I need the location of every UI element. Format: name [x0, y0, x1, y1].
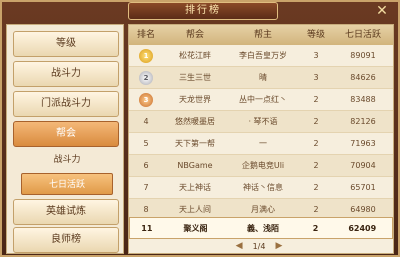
header-leader: 帮主: [253, 30, 272, 40]
leader-name: 義、浅陌: [246, 224, 279, 233]
table-row[interactable]: 2 三生三世 晴 3 84626: [129, 67, 393, 89]
table-row[interactable]: 5 天下第一帮 一 2 71963: [129, 133, 393, 155]
rank-number: 7: [143, 183, 149, 192]
rank-number: 6: [143, 161, 149, 170]
guild-name: 聚义阁: [183, 224, 208, 233]
table-row[interactable]: 1 松花江畔 李白吾皇万岁 3 89091: [129, 45, 393, 67]
table-row[interactable]: 6 NBGame 企鹅电竞Uli 2 70904: [129, 155, 393, 177]
prev-page-icon[interactable]: ◀: [236, 241, 243, 251]
activity-value: 62409: [348, 224, 377, 233]
leader-name: 企鹅电竞Uli: [241, 161, 285, 170]
guild-level: 3: [313, 51, 319, 60]
tab-guild[interactable]: 帮会: [13, 121, 119, 147]
activity-value: 89091: [350, 51, 376, 60]
guild-name: 天上神话: [179, 183, 211, 192]
subtab-seven-day-activity[interactable]: 七日活跃: [21, 173, 113, 195]
guild-level: 3: [313, 73, 319, 82]
leader-name: 神话丶信息: [243, 183, 283, 192]
activity-value: 84626: [350, 73, 376, 82]
tab-level[interactable]: 等级: [13, 31, 119, 57]
silver-medal-icon: 2: [139, 71, 153, 85]
guild-level: 2: [313, 161, 319, 170]
header-guild: 帮会: [185, 30, 204, 40]
tab-hero-trial[interactable]: 英雄试炼: [13, 199, 119, 225]
guild-name: NBGame: [177, 161, 213, 170]
page-indicator: 1/4: [252, 241, 266, 251]
activity-value: 83488: [350, 95, 376, 104]
header-activity: 七日活跃: [344, 30, 381, 40]
table-row[interactable]: 3 天龙世界 丛中一点红丶 2 83488: [129, 89, 393, 111]
leader-name: 晴: [259, 73, 267, 82]
header-level: 等级: [306, 30, 325, 40]
rank-number: 5: [143, 139, 149, 148]
leader-name: · 琴不语: [248, 117, 278, 126]
guild-level: 2: [313, 117, 319, 126]
own-guild-row[interactable]: 11 聚义阁 義、浅陌 2 62409: [129, 217, 393, 239]
leader-name: 丛中一点红丶: [239, 95, 287, 104]
close-icon[interactable]: ✕: [370, 2, 394, 20]
guild-name: 悠然暖墨居: [175, 117, 215, 126]
activity-value: 82126: [350, 117, 376, 126]
guild-name: 天下第一帮: [175, 139, 215, 148]
next-page-icon[interactable]: ▶: [275, 241, 282, 251]
table-row[interactable]: 7 天上神话 神话丶信息 2 65701: [129, 177, 393, 199]
guild-level: 2: [313, 139, 319, 148]
leader-name: 李白吾皇万岁: [239, 51, 287, 60]
subtab-guild-combat-power[interactable]: 战斗力: [21, 149, 113, 171]
table-row[interactable]: 4 悠然暖墨居 · 琴不语 2 82126: [129, 111, 393, 133]
header-rank: 排名: [136, 30, 155, 40]
tab-mentor[interactable]: 良师榜: [13, 227, 119, 253]
table-header: 排名 帮会 帮主 等级 七日活跃: [129, 25, 393, 45]
tab-sect-combat-power[interactable]: 门派战斗力: [13, 91, 119, 117]
guild-name: 天龙世界: [179, 95, 211, 104]
window-title: 排行榜: [128, 2, 278, 20]
activity-value: 70904: [350, 161, 376, 170]
gold-medal-icon: 1: [139, 49, 153, 63]
activity-value: 65701: [350, 183, 376, 192]
tab-combat-power[interactable]: 战斗力: [13, 61, 119, 87]
category-sidebar: 等级 战斗力 门派战斗力 帮会 战斗力 七日活跃 英雄试炼 良师榜: [6, 24, 124, 254]
pagination: ◀ 1/4 ▶: [189, 239, 329, 253]
rank-number: 11: [141, 224, 153, 233]
guild-level: 2: [313, 95, 319, 104]
guild-level: 2: [312, 224, 319, 233]
bronze-medal-icon: 3: [139, 93, 153, 107]
rank-number: 4: [143, 117, 149, 126]
guild-name: 三生三世: [179, 73, 211, 82]
activity-value: 71963: [350, 139, 376, 148]
guild-level: 2: [313, 183, 319, 192]
leader-name: 一: [259, 139, 267, 148]
ranking-table: 排名 帮会 帮主 等级 七日活跃 1 松花江畔 李白吾皇万岁 3 89091 2…: [128, 24, 394, 254]
guild-name: 松花江畔: [179, 51, 211, 60]
